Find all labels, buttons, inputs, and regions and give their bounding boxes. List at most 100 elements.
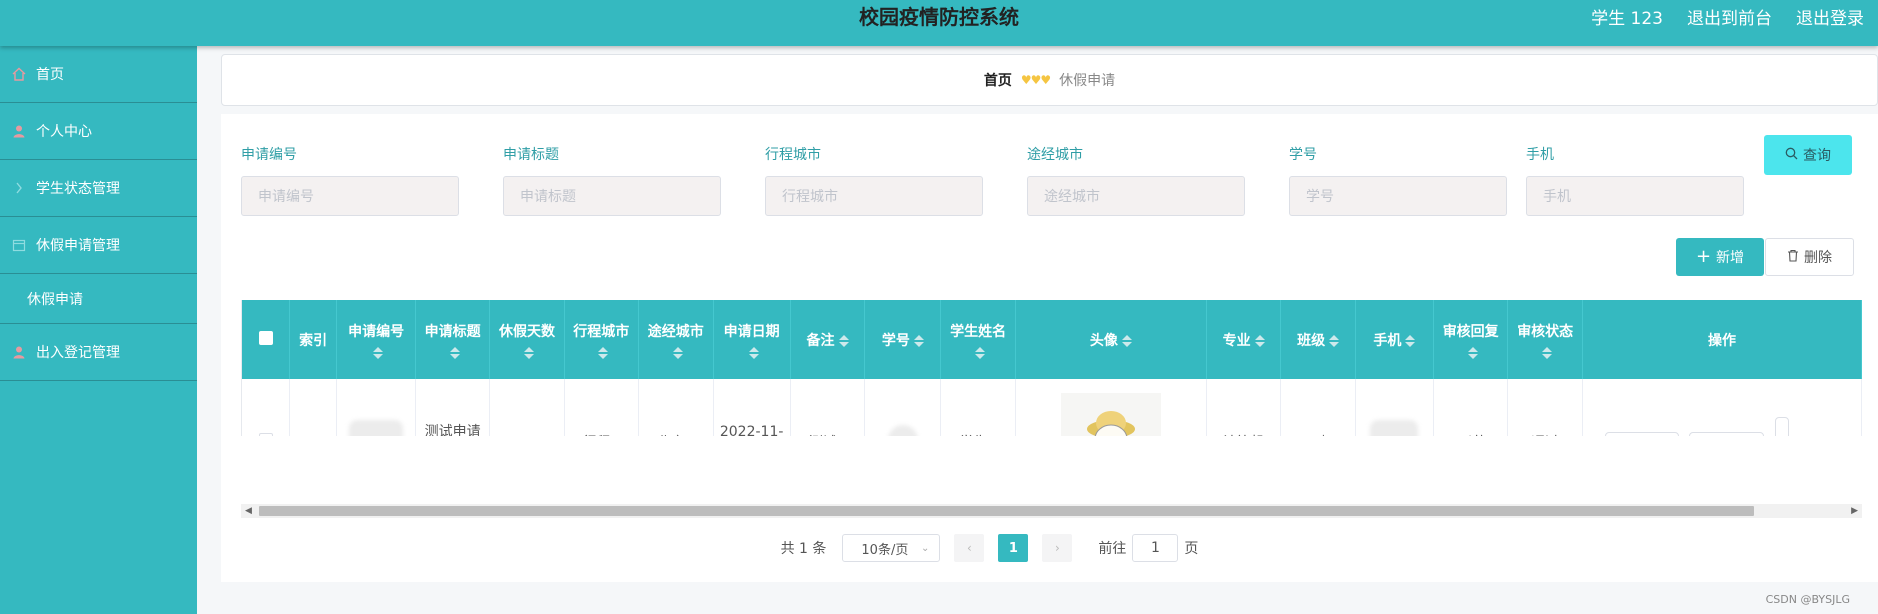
cell-status: 通过: [1507, 379, 1583, 436]
cell-avatar: [1015, 379, 1207, 436]
delete-button[interactable]: 删除: [1765, 238, 1854, 276]
field-label: 途经城市: [1027, 147, 1083, 163]
sort-icon[interactable]: [1254, 334, 1265, 347]
sort-icon[interactable]: [975, 346, 986, 359]
chevron-down-icon: ⌄: [921, 542, 930, 554]
calendar-icon: [12, 238, 26, 252]
blurred-application-no: [349, 419, 404, 436]
sidebar-item-label: 个人中心: [36, 124, 92, 140]
sort-icon[interactable]: [672, 346, 683, 359]
main-panel: 申请编号 申请编号 申请标题 申请标题 行程城市 行程城市 途经城市 途经城市 …: [221, 114, 1878, 582]
page-number-current[interactable]: 1: [998, 534, 1029, 562]
header-select-all[interactable]: [242, 300, 291, 379]
page-size-select[interactable]: 10条/页 ⌄: [842, 534, 941, 562]
col-header[interactable]: 学号: [864, 300, 942, 379]
cell-student-no: [864, 379, 942, 436]
col-header[interactable]: 申请日期: [713, 300, 791, 379]
col-header[interactable]: 途经城市: [638, 300, 714, 379]
data-table: 索引 申请编号 申请标题 休假天数 行程城市 途经城市 申请日期 备注 学号 学…: [241, 300, 1862, 436]
sort-icon[interactable]: [1329, 334, 1340, 347]
via-city-input[interactable]: 途经城市: [1027, 176, 1245, 216]
title-input[interactable]: 申请标题: [503, 176, 721, 216]
cell-title: 测试申请A: [415, 379, 491, 436]
select-all-checkbox[interactable]: [258, 330, 273, 345]
avatar[interactable]: [1060, 393, 1161, 436]
sidebar-item-label: 学生状态管理: [36, 181, 120, 197]
horizontal-scrollbar[interactable]: ◀ ▶: [241, 504, 1862, 518]
col-header[interactable]: 头像: [1015, 300, 1207, 379]
col-header-label: 申请标题: [424, 323, 481, 340]
phone-input[interactable]: 手机: [1526, 176, 1744, 216]
detail-button[interactable]: 详情: [1604, 431, 1679, 436]
sort-icon[interactable]: [1542, 346, 1553, 359]
next-page-button[interactable]: ›: [1042, 534, 1073, 562]
prev-page-button[interactable]: ‹: [954, 534, 985, 562]
sidebar-item-label: 首页: [36, 67, 64, 83]
header-actions: 学生 123 退出到前台 退出登录: [1591, 0, 1864, 32]
col-header[interactable]: 行程城市: [564, 300, 639, 379]
goto-page: 前往 1 页: [1098, 534, 1198, 562]
row-select-cell[interactable]: [242, 379, 291, 436]
sidebar-item-label: 休假申请管理: [36, 238, 120, 254]
breadcrumb: 首页 ♥♥♥ 休假申请: [221, 54, 1878, 106]
sort-icon[interactable]: [1467, 346, 1478, 359]
sort-icon[interactable]: [1121, 334, 1132, 347]
cell-major: 计算机: [1206, 379, 1282, 436]
search-button-label: 查询: [1803, 148, 1831, 164]
user-icon: [12, 345, 26, 359]
col-header-label: 行程城市: [573, 323, 630, 340]
col-header[interactable]: 申请标题: [415, 300, 491, 379]
sort-icon[interactable]: [523, 346, 534, 359]
sort-icon[interactable]: [838, 334, 849, 347]
sidebar-item-access-registration[interactable]: 出入登记管理: [0, 324, 197, 381]
sort-icon[interactable]: [449, 346, 460, 359]
cell-trip-city: 行程A: [564, 379, 639, 436]
col-header[interactable]: 审核回复: [1433, 300, 1509, 379]
goto-page-input[interactable]: 1: [1132, 534, 1179, 562]
col-header[interactable]: 休假天数: [489, 300, 565, 379]
col-header[interactable]: 备注: [790, 300, 866, 379]
sort-icon[interactable]: [913, 334, 924, 347]
student-no-input[interactable]: 学号: [1289, 176, 1507, 216]
cell-via-city: 北京A: [638, 379, 714, 436]
more-button[interactable]: [1774, 416, 1789, 436]
sidebar-item-leave-management[interactable]: 休假申请管理: [0, 217, 197, 274]
row-checkbox[interactable]: [258, 433, 273, 436]
application-no-input[interactable]: 申请编号: [241, 176, 459, 216]
scrollbar-thumb[interactable]: [259, 506, 1754, 516]
sidebar-item-home[interactable]: 首页: [0, 46, 197, 103]
col-header[interactable]: 班级: [1280, 300, 1356, 379]
col-header[interactable]: 专业: [1206, 300, 1282, 379]
table-header-row: 索引 申请编号 申请标题 休假天数 行程城市 途经城市 申请日期 备注 学号 学…: [242, 300, 1862, 379]
logout-link[interactable]: 退出登录: [1796, 4, 1864, 29]
sort-icon[interactable]: [748, 346, 759, 359]
trip-city-input[interactable]: 行程城市: [765, 176, 983, 216]
exit-to-front-link[interactable]: 退出到前台: [1687, 4, 1772, 29]
scroll-left-icon[interactable]: ◀: [245, 506, 252, 516]
table-row: 1 测试申请A 1 行程A 北京A 2022-11-05 测试A 学生A: [242, 379, 1862, 436]
search-button[interactable]: 查询: [1764, 135, 1852, 175]
col-header[interactable]: 审核状态: [1507, 300, 1583, 379]
sidebar-item-profile[interactable]: 个人中心: [0, 103, 197, 160]
cell-index: 1: [289, 379, 338, 436]
sort-icon[interactable]: [598, 346, 609, 359]
scroll-right-icon[interactable]: ▶: [1851, 506, 1858, 516]
sidebar-item-leave-request[interactable]: 休假申请: [0, 274, 197, 324]
col-header[interactable]: 申请编号: [336, 300, 416, 379]
sidebar-item-label: 休假申请: [27, 291, 83, 308]
col-header[interactable]: 学生姓名: [940, 300, 1016, 379]
breadcrumb-current: 休假申请: [1059, 73, 1116, 89]
sidebar-item-student-status[interactable]: 学生状态管理: [0, 160, 197, 217]
blurred-phone: [1370, 419, 1419, 436]
sort-icon[interactable]: [1405, 334, 1416, 347]
field-label: 学号: [1289, 147, 1317, 163]
edit-button[interactable]: 修改: [1689, 431, 1765, 436]
field-label: 行程城市: [765, 147, 821, 163]
add-button[interactable]: + 新增: [1676, 238, 1764, 276]
breadcrumb-home[interactable]: 首页: [984, 70, 1012, 90]
sort-icon[interactable]: [373, 346, 384, 359]
col-header-label: 手机: [1373, 332, 1402, 349]
col-header[interactable]: 手机: [1355, 300, 1434, 379]
search-field-trip-city: 行程城市 行程城市: [765, 144, 983, 216]
goto-suffix: 页: [1184, 541, 1199, 557]
